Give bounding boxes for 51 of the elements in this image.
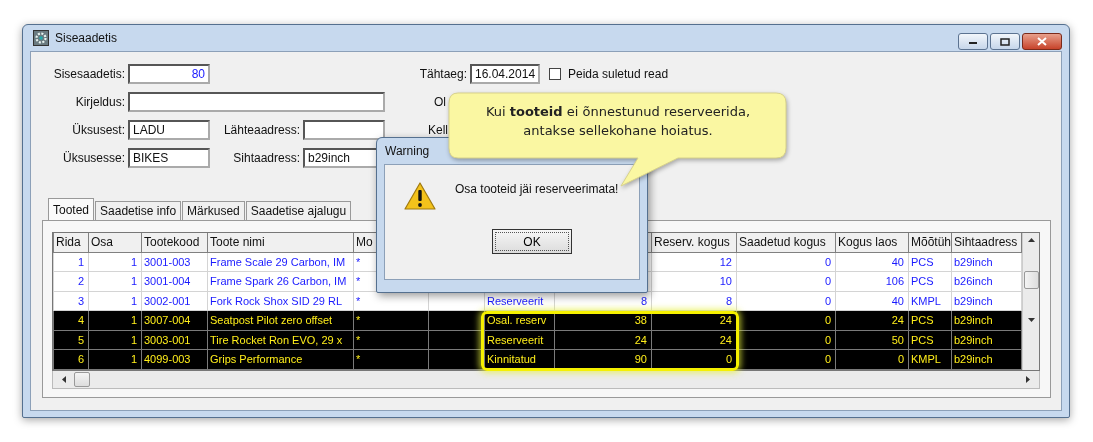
field-label: Kell bbox=[427, 123, 449, 137]
tab[interactable]: Märkused bbox=[182, 201, 245, 220]
window-title: Siseaadetis bbox=[55, 31, 118, 45]
tab[interactable]: Saadetise info bbox=[95, 201, 182, 220]
input-field[interactable]: 80 bbox=[128, 64, 210, 84]
scroll-right-icon[interactable] bbox=[1025, 374, 1031, 384]
dialog-title: Warning bbox=[385, 144, 430, 158]
column-header[interactable]: Reserv. kogus bbox=[651, 233, 737, 252]
field-label: Tähtaeg: bbox=[418, 67, 468, 81]
field-label: Üksusest: bbox=[71, 123, 126, 137]
column-header[interactable]: Toote nimi bbox=[207, 233, 354, 252]
scroll-thumb[interactable] bbox=[74, 371, 90, 387]
ok-button[interactable]: OK bbox=[492, 229, 572, 254]
gear-icon bbox=[33, 30, 49, 46]
column-header[interactable]: Sihtaadress bbox=[951, 233, 1022, 252]
table-row[interactable]: 6 1 4099-003 Grips Performance * Kinnitatud 90 0 0 0 KMPL b29inch bbox=[53, 349, 1022, 369]
warning-icon bbox=[403, 181, 437, 211]
field-label: Üksusesse: bbox=[61, 151, 126, 165]
field-label: Sisesaadetis: bbox=[52, 67, 126, 81]
input-field[interactable] bbox=[128, 92, 385, 112]
close-button[interactable] bbox=[1022, 33, 1062, 50]
scroll-thumb[interactable] bbox=[1023, 271, 1039, 289]
tab[interactable]: Tooted bbox=[48, 198, 95, 220]
input-field[interactable] bbox=[303, 120, 385, 140]
table-row[interactable]: 4 1 3007-004 Seatpost Pilot zero offset * Osal. reserv 38 24 0 24 PCS b29inch bbox=[53, 310, 1022, 330]
field-label: Lähteaadress: bbox=[222, 123, 301, 137]
table-row[interactable]: 3 1 3002-001 Fork Rock Shox SID 29 RL * Reserveerit 8 8 0 40 KMPL b29inch bbox=[53, 291, 1022, 311]
vertical-scrollbar[interactable] bbox=[1022, 233, 1039, 370]
checkbox[interactable] bbox=[549, 68, 561, 80]
date-field[interactable]: 16.04.2014 bbox=[470, 64, 540, 84]
column-header[interactable]: Tootekood bbox=[141, 233, 208, 252]
table-row[interactable]: 5 1 3003-001 Tire Rocket Ron EVO, 29 x * Reserveerit 24 24 0 50 PCS b29inch bbox=[53, 330, 1022, 350]
close-icon bbox=[1037, 37, 1047, 46]
checkbox-label: Peida suletud read bbox=[568, 67, 669, 81]
column-header[interactable]: Rida bbox=[53, 233, 89, 252]
maximize-icon bbox=[1000, 37, 1010, 46]
column-header[interactable]: Mõõtüh bbox=[908, 233, 952, 252]
column-header[interactable]: Saadetud kogus bbox=[736, 233, 836, 252]
scroll-left-icon[interactable] bbox=[61, 374, 67, 384]
maximize-button[interactable] bbox=[990, 33, 1020, 50]
input-field[interactable]: BIKES bbox=[128, 148, 210, 168]
field-label: Sihtaadress: bbox=[232, 151, 301, 165]
scroll-up-icon[interactable] bbox=[1026, 237, 1036, 243]
column-header[interactable]: Kogus laos bbox=[835, 233, 909, 252]
scroll-down-icon[interactable] bbox=[1026, 317, 1036, 323]
field-label: Kirjeldus: bbox=[74, 95, 126, 109]
input-field[interactable]: LADU bbox=[128, 120, 210, 140]
field-label: Ol bbox=[433, 95, 447, 109]
minimize-button[interactable] bbox=[958, 33, 988, 50]
column-header[interactable]: Osa bbox=[88, 233, 142, 252]
tab[interactable]: Saadetise ajalugu bbox=[245, 201, 352, 220]
